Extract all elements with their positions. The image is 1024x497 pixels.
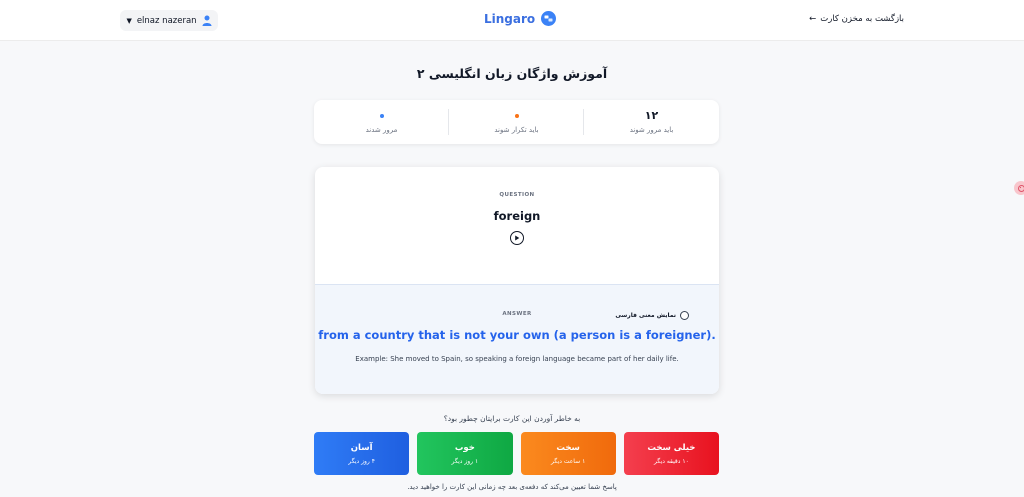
toggle-label: نمایش معنی فارسی <box>615 312 676 319</box>
rate-good-button[interactable]: خوب ۱ روز دیگر <box>417 432 513 475</box>
rating-buttons: خیلی سخت ۱۰ دقیقه دیگر سخت ۱ ساعت دیگر خ… <box>314 432 719 475</box>
rate-easy-sub: ۴ روز دیگر <box>348 457 375 465</box>
stat-repeat: باید تکرار شوند <box>449 100 584 144</box>
logo-badge-icon <box>541 11 557 26</box>
stats-panel: ۱۲ باید مرور شوند باید تکرار شوند مرور ش… <box>314 100 719 144</box>
recall-prompt: به خاطر آوردن این کارت برایتان چطور بود؟ <box>443 414 581 423</box>
answer-text: from a country that is not your own (a p… <box>318 328 716 342</box>
stat-reviewed-label: مرور شدند <box>365 126 398 134</box>
user-menu-button[interactable]: ▼ elnaz nazeran <box>120 10 218 31</box>
back-label: بازگشت به مخزن کارت <box>820 14 904 24</box>
rate-good-sub: ۱ روز دیگر <box>451 457 479 465</box>
rate-very-hard-title: خیلی سخت <box>647 442 696 453</box>
rate-hard-sub: ۱ ساعت دیگر <box>550 457 586 465</box>
back-to-deck-link[interactable]: بازگشت به مخزن کارت ← <box>809 14 904 24</box>
stat-due: ۱۲ باید مرور شوند <box>584 100 719 144</box>
rate-hard-button[interactable]: سخت ۱ ساعت دیگر <box>520 432 616 475</box>
side-floating-button[interactable] <box>1014 181 1024 195</box>
stat-due-value: ۱۲ <box>644 109 659 122</box>
stat-repeat-label: باید تکرار شوند <box>494 126 539 134</box>
page-title: آموزش واژگان زبان انگلیسی ۲ <box>416 66 608 81</box>
card-back: ANSWER نمایش معنی فارسی from a country t… <box>315 285 719 394</box>
palette-icon <box>1017 184 1024 192</box>
user-icon <box>202 15 212 26</box>
rate-easy-title: آسان <box>350 442 373 453</box>
username: elnaz nazeran <box>136 15 197 26</box>
stat-repeat-dot <box>514 114 519 118</box>
rate-good-title: خوب <box>454 442 475 453</box>
rate-easy-button[interactable]: آسان ۴ روز دیگر <box>314 432 410 475</box>
stat-due-label: باید مرور شوند <box>629 126 674 134</box>
rate-very-hard-button[interactable]: خیلی سخت ۱۰ دقیقه دیگر <box>623 432 719 475</box>
footer-note: پاسخ شما تعیین می‌کند که دفعه‌ی بعد چه ز… <box>407 483 617 491</box>
arrow-left-icon: ← <box>809 14 817 24</box>
show-persian-toggle[interactable]: نمایش معنی فارسی <box>615 311 689 320</box>
play-audio-button[interactable] <box>510 231 524 245</box>
card-front: QUESTION foreign <box>315 167 719 285</box>
answer-example: Example: She moved to Spain, so speaking… <box>355 355 679 363</box>
flashcard: QUESTION foreign ANSWER نمایش معنی فارسی… <box>315 167 719 394</box>
top-bar: ▼ elnaz nazeran Lingaro بازگشت به مخزن ک… <box>0 0 1024 41</box>
question-word: foreign <box>493 209 541 223</box>
app-logo[interactable]: Lingaro <box>484 11 557 26</box>
play-icon <box>515 235 520 241</box>
rate-very-hard-sub: ۱۰ دقیقه دیگر <box>653 457 689 465</box>
radio-circle-icon <box>680 311 689 320</box>
logo-text: Lingaro <box>484 11 536 26</box>
stat-reviewed: مرور شدند <box>314 100 449 144</box>
question-label: QUESTION <box>499 192 535 198</box>
stat-reviewed-dot <box>379 114 384 118</box>
caret-down-icon: ▼ <box>126 16 132 25</box>
rate-hard-title: سخت <box>556 442 580 453</box>
